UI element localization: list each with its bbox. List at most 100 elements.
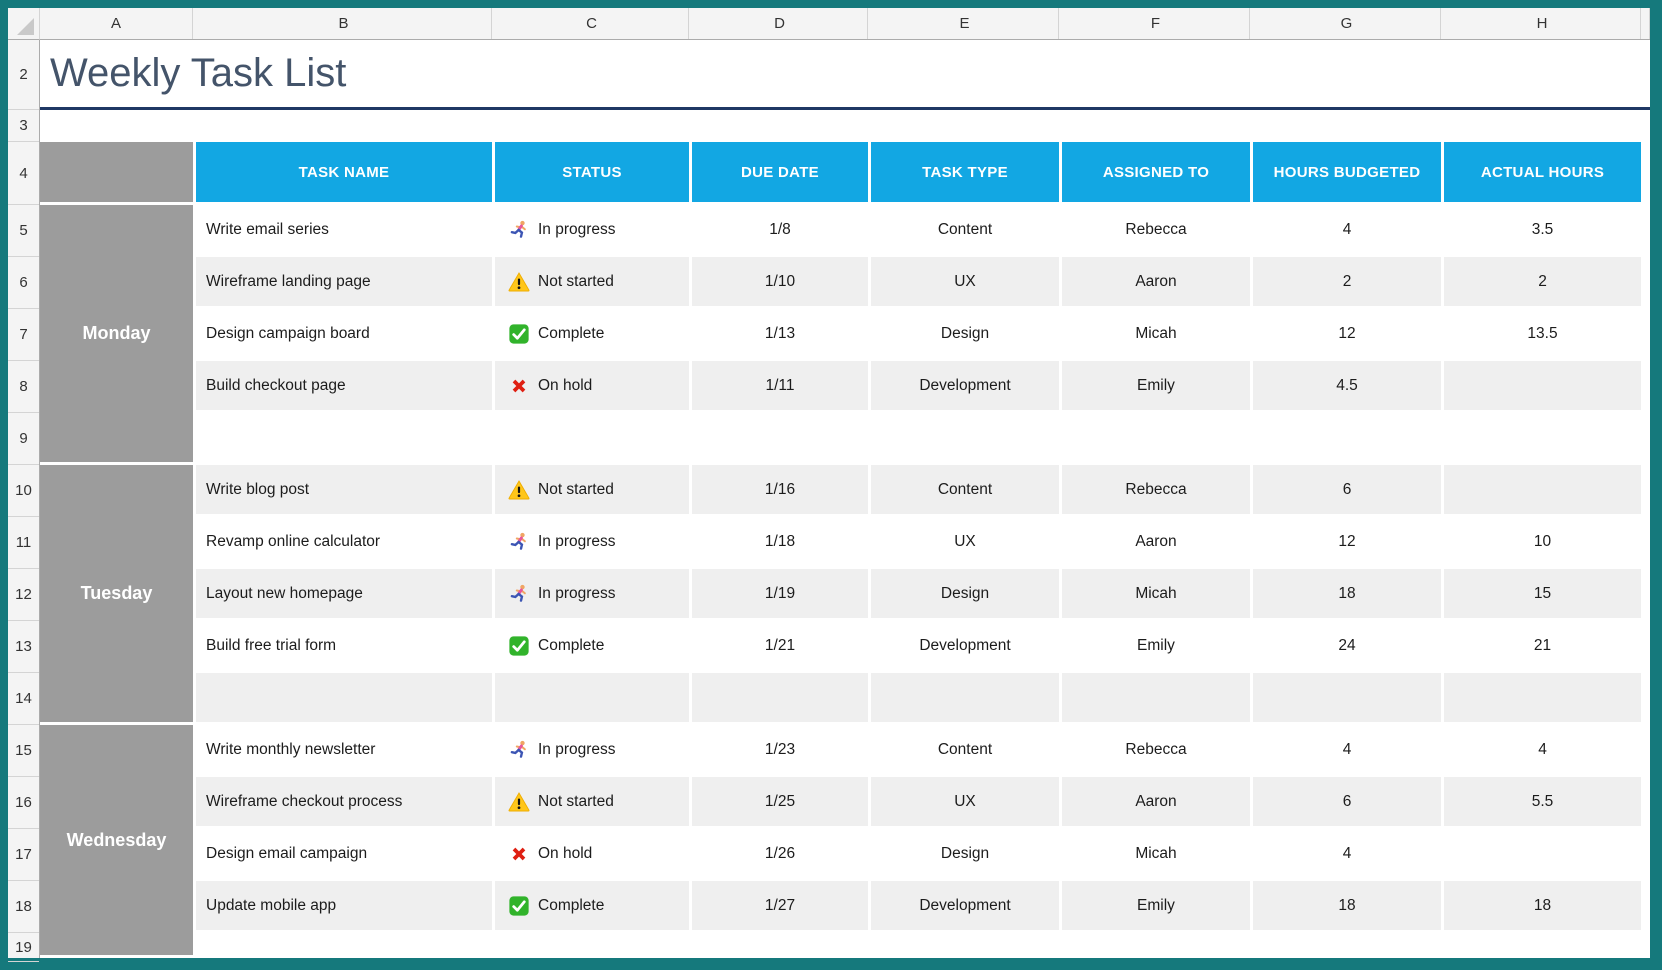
hours-budgeted-cell[interactable]: 18	[1253, 881, 1441, 930]
row-header-13[interactable]: 13	[8, 621, 39, 673]
status-cell[interactable]: Complete	[495, 881, 689, 930]
status-cell[interactable]: Not started	[495, 465, 689, 514]
actual-hours-cell[interactable]: 18	[1444, 881, 1641, 930]
status-cell[interactable]: In progress	[495, 725, 689, 774]
row-header-4[interactable]: 4	[8, 142, 39, 205]
task-type-cell[interactable]: Development	[871, 621, 1059, 670]
hours-budgeted-cell[interactable]: 4	[1253, 725, 1441, 774]
empty-cell[interactable]	[1253, 413, 1441, 462]
assigned-to-cell[interactable]: Micah	[1062, 309, 1250, 358]
empty-cell[interactable]	[196, 933, 492, 955]
column-header-b[interactable]: B	[196, 8, 492, 39]
actual-hours-cell[interactable]	[1444, 465, 1641, 514]
task-type-cell[interactable]: UX	[871, 517, 1059, 566]
header-task-name[interactable]: TASK NAME	[196, 142, 492, 202]
assigned-to-cell[interactable]: Emily	[1062, 361, 1250, 410]
row-header-14[interactable]: 14	[8, 673, 39, 725]
empty-cell[interactable]	[1062, 413, 1250, 462]
task-name-cell[interactable]: Write email series	[196, 205, 492, 254]
assigned-to-cell[interactable]: Rebecca	[1062, 205, 1250, 254]
header-assigned-to[interactable]: ASSIGNED TO	[1062, 142, 1250, 202]
row-header-11[interactable]: 11	[8, 517, 39, 569]
assigned-to-cell[interactable]: Micah	[1062, 569, 1250, 618]
assigned-to-cell[interactable]: Aaron	[1062, 517, 1250, 566]
header-status[interactable]: STATUS	[495, 142, 689, 202]
due-date-cell[interactable]: 1/16	[692, 465, 868, 514]
header-hours-budgeted[interactable]: HOURS BUDGETED	[1253, 142, 1441, 202]
task-type-cell[interactable]: Design	[871, 309, 1059, 358]
assigned-to-cell[interactable]: Micah	[1062, 829, 1250, 878]
hours-budgeted-cell[interactable]: 2	[1253, 257, 1441, 306]
empty-cell[interactable]	[871, 673, 1059, 722]
header-actual-hours[interactable]: ACTUAL HOURS	[1444, 142, 1641, 202]
hours-budgeted-cell[interactable]: 6	[1253, 777, 1441, 826]
row-header-8[interactable]: 8	[8, 361, 39, 413]
actual-hours-cell[interactable]: 10	[1444, 517, 1641, 566]
empty-cell[interactable]	[692, 413, 868, 462]
empty-cell[interactable]	[1253, 933, 1441, 955]
task-name-cell[interactable]: Design campaign board	[196, 309, 492, 358]
row-header-18[interactable]: 18	[8, 881, 39, 933]
sheet-title[interactable]: Weekly Task List	[40, 40, 1650, 110]
task-type-cell[interactable]: Design	[871, 569, 1059, 618]
task-name-cell[interactable]: Wireframe landing page	[196, 257, 492, 306]
task-type-cell[interactable]: UX	[871, 257, 1059, 306]
row-header-9[interactable]: 9	[8, 413, 39, 465]
day-cell-tuesday[interactable]: Tuesday	[40, 465, 193, 722]
header-task-type[interactable]: TASK TYPE	[871, 142, 1059, 202]
hours-budgeted-cell[interactable]: 18	[1253, 569, 1441, 618]
row-header-10[interactable]: 10	[8, 465, 39, 517]
header-corner-cell[interactable]	[40, 142, 193, 202]
due-date-cell[interactable]: 1/21	[692, 621, 868, 670]
hours-budgeted-cell[interactable]: 12	[1253, 309, 1441, 358]
actual-hours-cell[interactable]: 4	[1444, 725, 1641, 774]
task-type-cell[interactable]: Development	[871, 361, 1059, 410]
task-type-cell[interactable]: Content	[871, 465, 1059, 514]
empty-cell[interactable]	[196, 673, 492, 722]
status-cell[interactable]: In progress	[495, 205, 689, 254]
row-header-6[interactable]: 6	[8, 257, 39, 309]
status-cell[interactable]: In progress	[495, 517, 689, 566]
day-cell-monday[interactable]: Monday	[40, 205, 193, 462]
hours-budgeted-cell[interactable]: 6	[1253, 465, 1441, 514]
empty-cell[interactable]	[1444, 933, 1641, 955]
task-name-cell[interactable]: Wireframe checkout process	[196, 777, 492, 826]
actual-hours-cell[interactable]: 2	[1444, 257, 1641, 306]
assigned-to-cell[interactable]: Aaron	[1062, 257, 1250, 306]
column-header-e[interactable]: E	[871, 8, 1059, 39]
empty-cell[interactable]	[692, 933, 868, 955]
due-date-cell[interactable]: 1/25	[692, 777, 868, 826]
empty-cell[interactable]	[871, 413, 1059, 462]
row-header-2[interactable]: 2	[8, 40, 39, 110]
task-type-cell[interactable]: Design	[871, 829, 1059, 878]
column-header-f[interactable]: F	[1062, 8, 1250, 39]
actual-hours-cell[interactable]: 15	[1444, 569, 1641, 618]
empty-cell[interactable]	[871, 933, 1059, 955]
task-name-cell[interactable]: Write blog post	[196, 465, 492, 514]
due-date-cell[interactable]: 1/13	[692, 309, 868, 358]
column-header-partial[interactable]	[1644, 8, 1650, 39]
task-type-cell[interactable]: UX	[871, 777, 1059, 826]
column-header-d[interactable]: D	[692, 8, 868, 39]
row-header-17[interactable]: 17	[8, 829, 39, 881]
row-header-16[interactable]: 16	[8, 777, 39, 829]
task-type-cell[interactable]: Content	[871, 205, 1059, 254]
actual-hours-cell[interactable]	[1444, 829, 1641, 878]
row-header-7[interactable]: 7	[8, 309, 39, 361]
status-cell[interactable]: Complete	[495, 621, 689, 670]
due-date-cell[interactable]: 1/26	[692, 829, 868, 878]
row-header-12[interactable]: 12	[8, 569, 39, 621]
due-date-cell[interactable]: 1/10	[692, 257, 868, 306]
hours-budgeted-cell[interactable]: 4	[1253, 829, 1441, 878]
actual-hours-cell[interactable]	[1444, 361, 1641, 410]
empty-cell[interactable]	[495, 933, 689, 955]
due-date-cell[interactable]: 1/19	[692, 569, 868, 618]
due-date-cell[interactable]: 1/18	[692, 517, 868, 566]
empty-cell[interactable]	[196, 413, 492, 462]
empty-cell[interactable]	[1062, 673, 1250, 722]
empty-cell[interactable]	[1444, 413, 1641, 462]
task-name-cell[interactable]: Revamp online calculator	[196, 517, 492, 566]
task-type-cell[interactable]: Development	[871, 881, 1059, 930]
column-header-c[interactable]: C	[495, 8, 689, 39]
task-name-cell[interactable]: Layout new homepage	[196, 569, 492, 618]
